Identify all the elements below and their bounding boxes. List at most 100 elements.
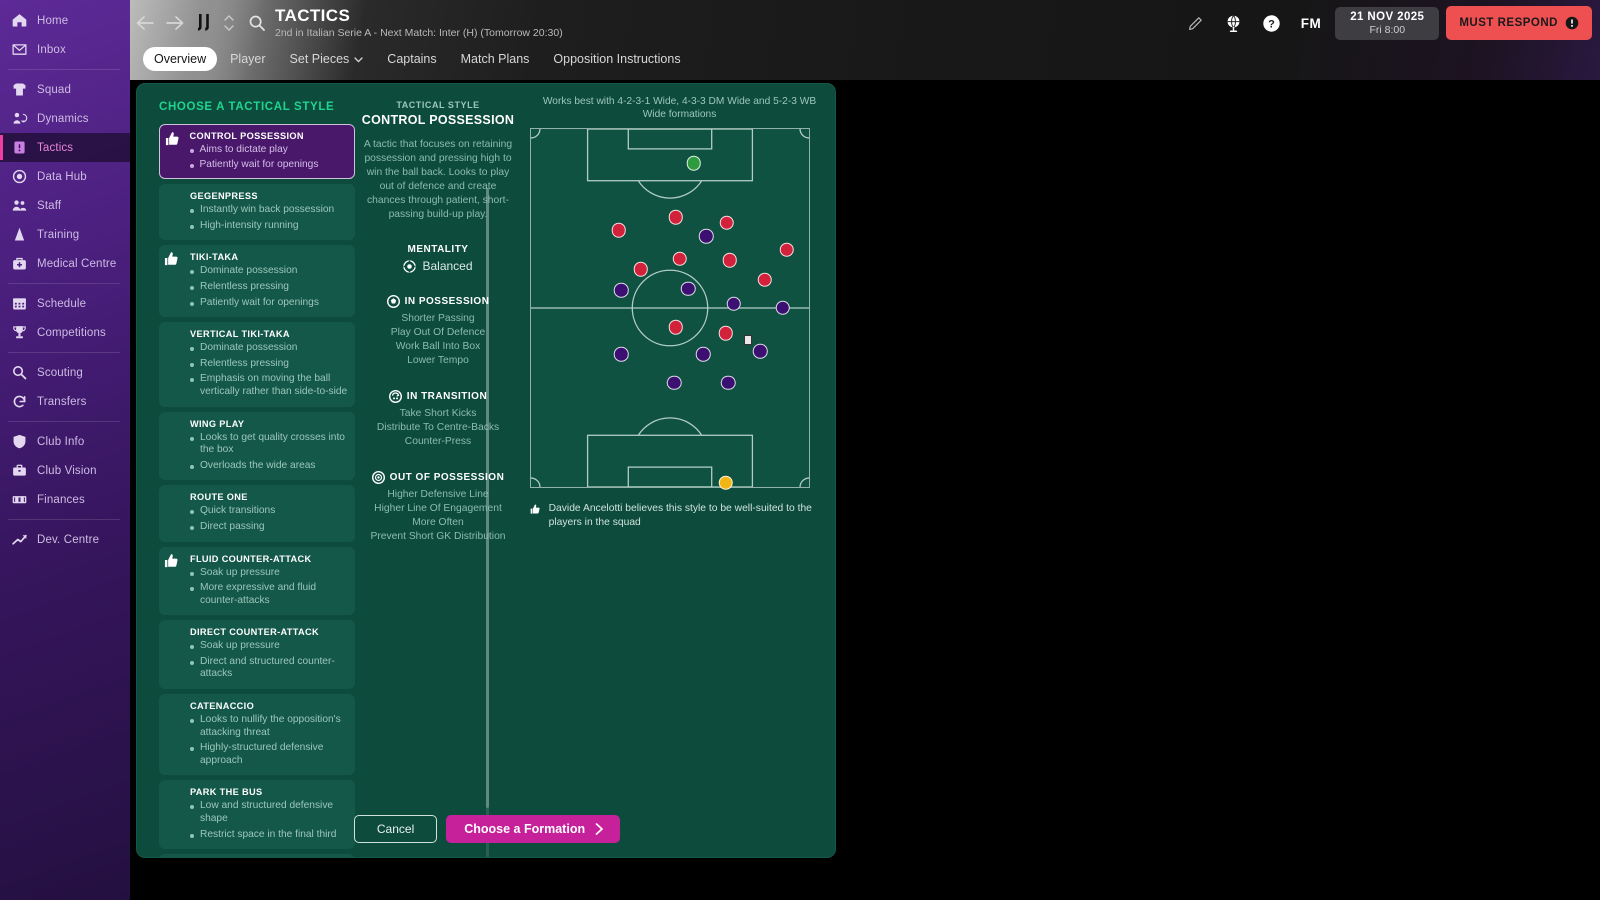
sidebar-item-staff[interactable]: Staff xyxy=(0,191,130,220)
mouse-cursor xyxy=(744,335,752,345)
style-card-bullet: Dominate possession xyxy=(166,342,348,355)
in-possession-heading-row: IN POSSESSION xyxy=(358,295,518,308)
sidebar-item-tactics[interactable]: Tactics xyxy=(0,133,130,162)
player-marker xyxy=(718,475,733,490)
player-marker xyxy=(686,156,701,171)
out-of-possession-item: More Often xyxy=(412,517,464,528)
calendar-icon xyxy=(8,295,30,312)
style-card-bullet-text: More expressive and fluid counter-attack… xyxy=(200,582,317,606)
style-card-bullet: Patiently wait for openings xyxy=(166,297,348,310)
style-card-bullet-text: Highly-structured defensive approach xyxy=(200,742,324,766)
club-crest-icon[interactable] xyxy=(192,8,218,38)
style-card-gegenpress[interactable]: GEGENPRESS Instantly win back possession H… xyxy=(159,184,355,241)
style-card-tiki-taka[interactable]: TIKI-TAKA Dominate possession Relentless p… xyxy=(159,245,355,318)
bullet-icon xyxy=(190,347,194,352)
sidebar-item-club-vision[interactable]: Club Vision xyxy=(0,456,130,485)
sidebar-item-transfers[interactable]: Transfers xyxy=(0,387,130,416)
sidebar-item-training[interactable]: Training xyxy=(0,220,130,249)
tab-label: Opposition Instructions xyxy=(553,52,681,66)
must-respond-button[interactable]: MUST RESPOND xyxy=(1446,6,1592,40)
sidebar-item-schedule[interactable]: Schedule xyxy=(0,289,130,318)
style-card-bullet-text: Looks to nullify the opposition's attack… xyxy=(200,714,341,738)
money-icon xyxy=(8,491,30,508)
choose-a-formation-button[interactable]: Choose a Formation xyxy=(446,815,621,843)
bullet-icon xyxy=(190,270,194,275)
style-card-control-possession[interactable]: CONTROL POSSESSION Aims to dictate play Pa… xyxy=(159,124,355,180)
style-card-bullet-text: Soak up pressure xyxy=(200,566,280,578)
back-button[interactable] xyxy=(130,8,160,38)
forward-button[interactable] xyxy=(160,8,190,38)
sidebar-item-competitions[interactable]: Competitions xyxy=(0,318,130,347)
style-card-route-one[interactable]: ROUTE ONE Quick transitions Direct passing xyxy=(159,485,355,542)
tab-player[interactable]: Player xyxy=(219,47,276,71)
style-card-catenaccio[interactable]: CATENACCIO Looks to nullify the oppositio… xyxy=(159,694,355,776)
game-date-box[interactable]: 21 NOV 2025 Fri 8:00 xyxy=(1335,6,1440,40)
sidebar-item-club-info[interactable]: Club Info xyxy=(0,427,130,456)
must-respond-label: MUST RESPOND xyxy=(1459,17,1558,29)
style-card-vertical-tiki-taka[interactable]: VERTICAL TIKI-TAKA Dominate possession Rel… xyxy=(159,322,355,407)
edit-pencil-icon[interactable] xyxy=(1177,6,1215,40)
bullet-icon xyxy=(189,164,194,169)
sidebar-item-home[interactable]: Home xyxy=(0,6,130,35)
sidebar-item-scouting[interactable]: Scouting xyxy=(0,358,130,387)
style-card-bullet-text: Aims to dictate play xyxy=(199,143,288,155)
player-marker xyxy=(666,375,682,390)
mentality-value: Balanced xyxy=(422,259,473,273)
sidebar-item-dev-centre[interactable]: Dev. Centre xyxy=(0,525,130,554)
tab-captains[interactable]: Captains xyxy=(376,47,447,71)
choose-a-formation-label: Choose a Formation xyxy=(464,822,586,836)
tab-overview[interactable]: Overview xyxy=(143,47,218,71)
style-card-bullet: Overloads the wide areas xyxy=(166,460,348,473)
sidebar-item-label: Finances xyxy=(37,493,85,506)
sidebar-item-squad[interactable]: Squad xyxy=(0,75,130,104)
search-icon[interactable] xyxy=(246,14,268,32)
thumbs-up-icon xyxy=(164,251,181,267)
globe-icon[interactable] xyxy=(1215,6,1253,40)
player-marker xyxy=(668,320,683,335)
out-of-possession-icon xyxy=(371,471,385,484)
in-transition-heading: IN TRANSITION xyxy=(406,391,488,402)
tab-opposition-instructions[interactable]: Opposition Instructions xyxy=(542,47,691,71)
style-card-bullet: Soak up pressure xyxy=(166,640,348,653)
sidebar-item-label: Data Hub xyxy=(37,170,87,183)
style-card-create-your-own-style[interactable]: CREATE YOUR OWN STYLE xyxy=(159,854,355,857)
alert-icon xyxy=(1565,16,1579,30)
tab-set-pieces[interactable]: Set Pieces xyxy=(279,47,375,71)
out-of-possession-item: Higher Line Of Engagement xyxy=(374,503,502,514)
sidebar-item-data-hub[interactable]: Data Hub xyxy=(0,162,130,191)
style-card-fluid-counter-attack[interactable]: FLUID COUNTER-ATTACK Soak up pressure More… xyxy=(159,546,355,616)
thumbs-up-icon xyxy=(530,504,540,514)
sidebar-item-dynamics[interactable]: Dynamics xyxy=(0,104,130,133)
sidebar-item-label: Squad xyxy=(37,83,72,96)
tab-match-plans[interactable]: Match Plans xyxy=(450,47,541,71)
player-marker xyxy=(672,251,687,267)
player-marker xyxy=(611,223,626,238)
style-card-title: TIKI-TAKA xyxy=(190,252,239,263)
sidebar-item-inbox[interactable]: Inbox xyxy=(0,35,130,64)
sidebar-item-finances[interactable]: Finances xyxy=(0,485,130,514)
style-card-bullet: Relentless pressing xyxy=(166,358,348,371)
style-card-bullet-text: Emphasis on moving the ball vertically r… xyxy=(200,373,348,397)
help-icon[interactable]: ? xyxy=(1253,6,1291,40)
style-card-bullet-text: Dominate possession xyxy=(200,265,298,277)
style-card-direct-counter-attack[interactable]: DIRECT COUNTER-ATTACK Soak up pressure Dir… xyxy=(159,620,355,690)
choose-style-heading: CHOOSE A TACTICAL STYLE xyxy=(159,101,335,113)
formation-note: Works best with 4-2-3-1 Wide, 4-3-3 DM W… xyxy=(542,96,817,120)
cancel-button[interactable]: Cancel xyxy=(353,815,438,843)
style-card-bullet-text: Direct and structured counter-attacks xyxy=(200,655,335,680)
player-marker xyxy=(668,209,683,225)
in-transition-icon xyxy=(388,390,402,403)
sidebar-item-medical-centre[interactable]: Medical Centre xyxy=(0,249,130,278)
style-card-bullet-text: Overloads the wide areas xyxy=(200,459,316,471)
tactical-style-list[interactable]: CONTROL POSSESSION Aims to dictate play Pa… xyxy=(159,124,355,857)
style-card-title: DIRECT COUNTER-ATTACK xyxy=(190,627,319,638)
tab-label: Captains xyxy=(387,52,437,66)
style-card-wing-play[interactable]: WING PLAY Looks to get quality crosses in… xyxy=(159,411,355,481)
out-of-possession-item: Prevent Short GK Distribution xyxy=(370,531,506,542)
fm-logo[interactable]: FM xyxy=(1291,16,1332,31)
club-switcher-spinner[interactable] xyxy=(221,15,237,31)
sidebar-item-label: Club Vision xyxy=(37,464,97,477)
in-possession-item: Shorter Passing xyxy=(401,313,475,324)
player-marker xyxy=(721,375,736,390)
out-of-possession-list: Higher Defensive Line Higher Line Of Enga… xyxy=(358,488,518,544)
